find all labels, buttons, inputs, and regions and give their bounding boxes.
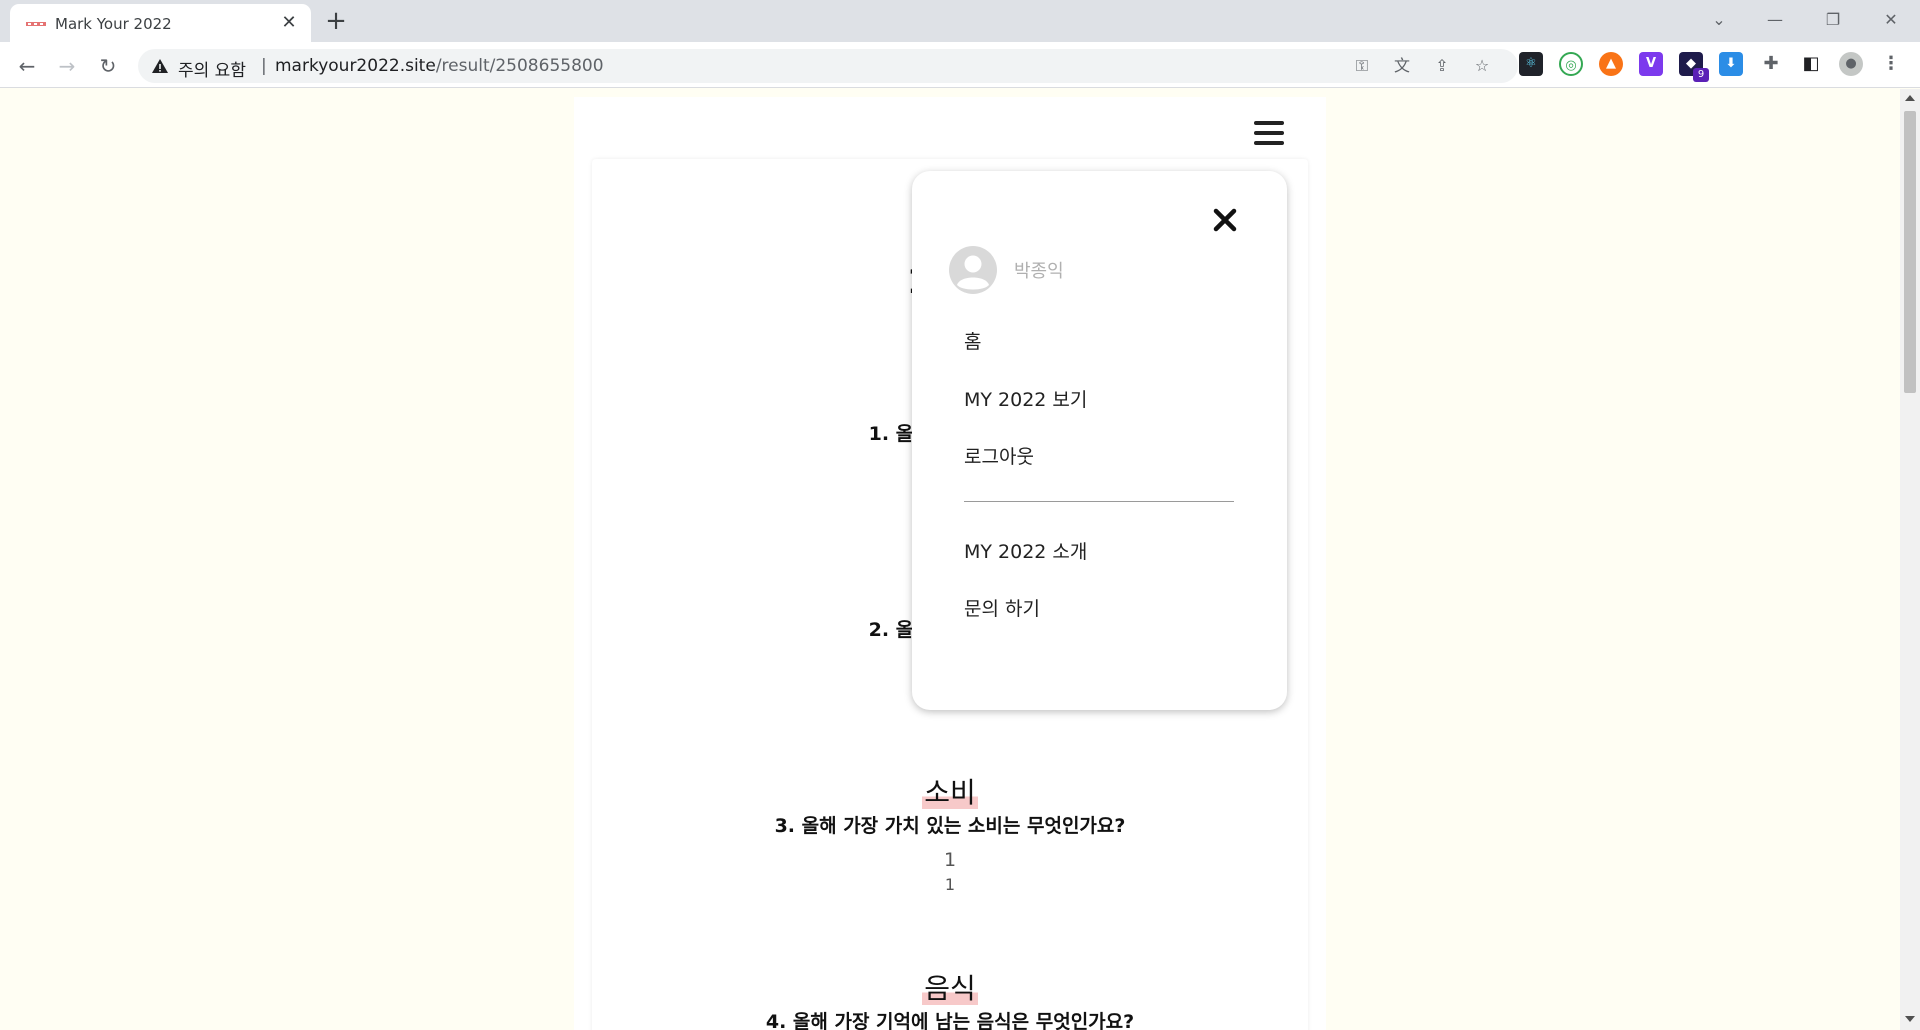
- answer-title: 1: [943, 849, 957, 871]
- react-devtools-icon[interactable]: ⚛: [1519, 52, 1543, 76]
- menu-item-about[interactable]: MY 2022 소개: [964, 537, 1087, 564]
- close-icon[interactable]: [1212, 207, 1238, 233]
- browser-toolbar: ← → ↻ 주의 요함 | markyour2022.site/result/2…: [0, 42, 1920, 88]
- bookmark-star-icon[interactable]: ☆: [1471, 55, 1493, 77]
- menu-item-logout[interactable]: 로그아웃: [964, 442, 1034, 469]
- extension-orange-icon[interactable]: ▲: [1599, 52, 1623, 76]
- share-icon[interactable]: ⇪: [1431, 55, 1453, 77]
- key-icon[interactable]: ⚿: [1351, 55, 1373, 77]
- menu-divider: [964, 501, 1234, 502]
- side-panel-icon[interactable]: ◧: [1799, 52, 1823, 76]
- more-menu-icon[interactable]: ⋮: [1879, 52, 1903, 76]
- restore-icon[interactable]: ❐: [1818, 6, 1848, 34]
- menu-item-contact[interactable]: 문의 하기: [964, 594, 1040, 621]
- back-icon[interactable]: ←: [13, 52, 41, 80]
- reload-icon[interactable]: ↻: [94, 52, 122, 80]
- answer-body: 1: [944, 875, 956, 894]
- menu-item-home[interactable]: 홈: [964, 327, 981, 354]
- window-close-icon[interactable]: ✕: [1876, 6, 1906, 34]
- question-3: 3. 올해 가장 가치 있는 소비는 무엇인가요?: [774, 815, 1126, 837]
- new-tab-button[interactable]: +: [322, 8, 350, 36]
- extension-badge-count: 9: [1693, 68, 1709, 82]
- category-label-food: 음식: [592, 967, 1308, 1007]
- category-text: 음식: [922, 972, 978, 1005]
- profile-icon[interactable]: ●: [1839, 52, 1863, 76]
- tab-title: Mark Your 2022: [55, 15, 172, 33]
- tab-close-icon[interactable]: ✕: [278, 12, 300, 34]
- menu-item-view-my2022[interactable]: MY 2022 보기: [964, 385, 1087, 412]
- url-host: markyour2022.site: [275, 56, 436, 76]
- minimize-icon[interactable]: —: [1760, 6, 1790, 34]
- url-path: /result/2508655800: [435, 56, 604, 76]
- extension-v-icon[interactable]: V: [1639, 52, 1663, 76]
- url-text: markyour2022.site/result/2508655800: [275, 56, 604, 76]
- extension-green-icon[interactable]: ◎: [1559, 52, 1583, 76]
- scroll-up-icon[interactable]: [1905, 95, 1915, 101]
- tab-strip: Mark Your 2022 ✕ + ⌄ — ❐ ✕: [0, 0, 1920, 42]
- hamburger-menu-icon[interactable]: [1254, 121, 1284, 145]
- site-favicon-icon: [26, 22, 46, 26]
- extensions-puzzle-icon[interactable]: ✚: [1759, 52, 1783, 76]
- avatar-icon: [949, 246, 997, 294]
- security-status: 주의 요함: [178, 61, 246, 81]
- url-separator: |: [261, 56, 267, 76]
- address-bar[interactable]: 주의 요함 | markyour2022.site/result/2508655…: [138, 49, 1518, 83]
- side-menu: 박종익 홈 MY 2022 보기 로그아웃 MY 2022 소개 문의 하기: [912, 171, 1287, 710]
- scrollbar-thumb[interactable]: [1904, 111, 1916, 393]
- forward-icon[interactable]: →: [53, 52, 81, 80]
- scroll-down-icon[interactable]: [1905, 1016, 1915, 1022]
- warning-icon: [152, 59, 168, 73]
- user-name: 박종익: [1014, 261, 1064, 282]
- browser-tab[interactable]: Mark Your 2022 ✕: [10, 4, 311, 42]
- question-4: 4. 올해 가장 기억에 남는 음식은 무엇인가요?: [765, 1011, 1135, 1030]
- translate-icon[interactable]: 文: [1391, 55, 1413, 77]
- download-icon[interactable]: ⬇: [1719, 52, 1743, 76]
- category-label-spending: 소비: [592, 771, 1308, 811]
- page-scrollbar[interactable]: [1900, 89, 1920, 1030]
- tab-search-icon[interactable]: ⌄: [1704, 6, 1734, 34]
- category-text: 소비: [922, 776, 978, 809]
- page-viewport: 1님의 1. 올해 가장 기억에 2. 올해 가장 기억에 소비 3. 올해 가…: [0, 89, 1900, 1030]
